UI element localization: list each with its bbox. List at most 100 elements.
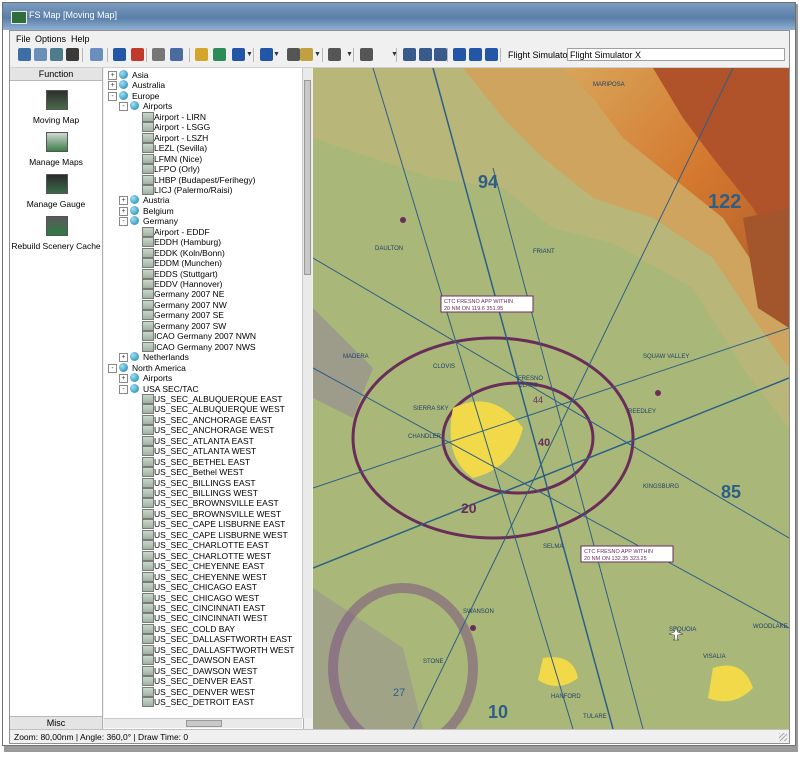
tree-map-item[interactable]: US_SEC_ANCHORAGE WEST xyxy=(104,425,303,436)
tree-map-item[interactable]: Germany 2007 SW xyxy=(104,320,303,331)
tree-folder[interactable]: - Germany xyxy=(104,216,303,227)
tree-map-item[interactable]: US_SEC_ANCHORAGE EAST xyxy=(104,414,303,425)
route-icon[interactable] xyxy=(260,48,273,61)
open-map-icon[interactable] xyxy=(18,48,31,61)
tree-map-item[interactable]: US_SEC_CHICAGO EAST xyxy=(104,582,303,593)
monitor-icon[interactable] xyxy=(328,48,341,61)
tree-folder[interactable]: + Belgium xyxy=(104,205,303,216)
expand-icon[interactable]: + xyxy=(119,353,128,363)
tree-map-item[interactable]: US_SEC_CHEYENNE WEST xyxy=(104,571,303,582)
tree-folder[interactable]: + Airports xyxy=(104,373,303,384)
tree-map-item[interactable]: US_SEC_CINCINNATI WEST xyxy=(104,613,303,624)
moving-map[interactable]: CTC FRESNO APP WITHIN 20 NM ON 119.6 351… xyxy=(313,68,789,729)
layers-icon[interactable] xyxy=(66,48,79,61)
tree-hscrollbar[interactable] xyxy=(104,718,302,728)
tree-map-item[interactable]: US_SEC_ATLANTA WEST xyxy=(104,446,303,457)
tree-map-item[interactable]: EDDM (Munchen) xyxy=(104,258,303,269)
tree-map-item[interactable]: LFMN (Nice) xyxy=(104,153,303,164)
tree-map-item[interactable]: US_SEC_CHICAGO WEST xyxy=(104,592,303,603)
record-icon[interactable] xyxy=(131,48,144,61)
tree-map-item[interactable]: US_SEC_COLD BAY xyxy=(104,623,303,634)
expand-icon[interactable]: + xyxy=(108,71,117,80)
function-header[interactable]: Function xyxy=(10,68,102,81)
tree-map-item[interactable]: US_SEC_ATLANTA EAST xyxy=(104,435,303,446)
edit-route-icon[interactable] xyxy=(287,48,300,61)
airport-icon[interactable] xyxy=(50,48,63,61)
settings-icon[interactable] xyxy=(90,48,103,61)
tree-map-item[interactable]: US_SEC_BILLINGS WEST xyxy=(104,488,303,498)
aircraft-icon[interactable] xyxy=(170,48,183,61)
tree-map-item[interactable]: US_SEC_CHARLOTTE WEST xyxy=(104,550,303,561)
tree-map-item[interactable]: US_SEC_BROWNSVILLE WEST xyxy=(104,508,303,519)
tree-map-item[interactable]: US_SEC_DAWSON WEST xyxy=(104,665,303,676)
misc-footer[interactable]: Misc xyxy=(10,716,102,729)
dropdown-arrow-icon[interactable]: ▼ xyxy=(391,51,398,58)
altitude-icon[interactable] xyxy=(360,48,373,61)
expand-icon[interactable]: + xyxy=(119,374,128,384)
dropdown-arrow-icon[interactable]: ▼ xyxy=(346,51,353,58)
collapse-icon[interactable]: - xyxy=(119,217,128,227)
tree-map-item[interactable]: US_SEC_DALLASFTWORTH EAST xyxy=(104,634,303,645)
tree-map-item[interactable]: Germany 2007 NW xyxy=(104,299,303,310)
tree-map-item[interactable]: LHBP (Budapest/Ferihegy) xyxy=(104,174,303,185)
tree-map-item[interactable]: US_SEC_DETROIT EAST xyxy=(104,697,303,707)
collapse-icon[interactable]: - xyxy=(119,102,128,112)
plane-icon[interactable] xyxy=(232,48,245,61)
tree-map-item[interactable]: Airport - LSGG xyxy=(104,122,303,133)
func-manage-gauge[interactable]: Manage Gauge xyxy=(10,174,102,214)
tree-folder[interactable]: + Australia xyxy=(104,80,303,91)
tree-map-item[interactable]: US_SEC_ALBUQUERQUE WEST xyxy=(104,404,303,415)
tree-folder[interactable]: - Airports xyxy=(104,101,303,112)
expand-icon[interactable]: + xyxy=(119,196,128,206)
add-waypoint-icon[interactable] xyxy=(213,48,226,61)
tree-map-item[interactable]: US_SEC_DALLASFTWORTH WEST xyxy=(104,644,303,655)
expand-icon[interactable]: + xyxy=(119,206,128,216)
tree-folder[interactable]: + Austria xyxy=(104,195,303,206)
tree-vscrollbar[interactable] xyxy=(302,68,312,718)
zoom-fit-icon[interactable] xyxy=(434,48,447,61)
folder-icon[interactable] xyxy=(195,48,208,61)
hscroll-thumb[interactable] xyxy=(186,720,222,727)
tree-map-item[interactable]: EDDV (Hannover) xyxy=(104,279,303,289)
tree-map-item[interactable]: US_SEC_CINCINNATI EAST xyxy=(104,602,303,613)
tree-folder[interactable]: + Netherlands xyxy=(104,352,303,363)
collapse-icon[interactable]: - xyxy=(119,384,128,394)
undo-icon[interactable] xyxy=(469,48,482,61)
tree-map-item[interactable]: LEZL (Sevilla) xyxy=(104,143,303,154)
tree-folder[interactable]: + Asia xyxy=(104,70,303,80)
tree-map-item[interactable]: US_SEC_CAPE LISBURNE WEST xyxy=(104,529,303,540)
collapse-icon[interactable]: - xyxy=(108,363,117,373)
tree-map-item[interactable]: US_SEC_BETHEL EAST xyxy=(104,456,303,467)
compass-icon[interactable] xyxy=(300,48,313,61)
expand-icon[interactable]: + xyxy=(108,81,117,91)
tree-map-item[interactable]: Airport - EDDF xyxy=(104,226,303,237)
tree-map-item[interactable]: Germany 2007 NE xyxy=(104,289,303,300)
tree-map-item[interactable]: EDDH (Hamburg) xyxy=(104,237,303,248)
tree-map-item[interactable]: LFPO (Orly) xyxy=(104,164,303,175)
tree-map-item[interactable]: LICJ (Palermo/Raisi) xyxy=(104,184,303,195)
tree-folder[interactable]: - USA SEC/TAC xyxy=(104,383,303,394)
tree-map-item[interactable]: US_SEC_Bethel WEST xyxy=(104,467,303,478)
dropdown-arrow-icon[interactable]: ▼ xyxy=(273,51,280,58)
menu-help[interactable]: Help xyxy=(71,34,90,44)
vscroll-thumb[interactable] xyxy=(304,80,311,275)
link-icon[interactable] xyxy=(485,48,498,61)
tree-map-item[interactable]: US_SEC_DENVER WEST xyxy=(104,686,303,697)
menu-options[interactable]: Options xyxy=(35,34,66,44)
tree-map-item[interactable]: Airport - LIRN xyxy=(104,111,303,122)
refresh-icon[interactable] xyxy=(453,48,466,61)
tree-map-item[interactable]: US_SEC_ALBUQUERQUE EAST xyxy=(104,393,303,404)
menu-file[interactable]: File xyxy=(16,34,31,44)
sim-select[interactable]: Flight Simulator X xyxy=(567,48,785,61)
tree-map-item[interactable]: US_SEC_DENVER EAST xyxy=(104,676,303,687)
tree-map-item[interactable]: US_SEC_CAPE LISBURNE EAST xyxy=(104,519,303,530)
tree-map-item[interactable]: EDDS (Stuttgart) xyxy=(104,268,303,279)
tree-map-item[interactable]: US_SEC_DAWSON EAST xyxy=(104,655,303,666)
dropdown-arrow-icon[interactable]: ▼ xyxy=(314,51,321,58)
gauge-icon[interactable] xyxy=(152,48,165,61)
title-bar[interactable]: FS Map [Moving Map] xyxy=(3,3,795,30)
tree-map-item[interactable]: Airport - LSZH xyxy=(104,132,303,143)
tree-map-item[interactable]: US_SEC_CHARLOTTE EAST xyxy=(104,540,303,551)
resize-grip[interactable] xyxy=(779,733,787,741)
map-list-icon[interactable] xyxy=(34,48,47,61)
